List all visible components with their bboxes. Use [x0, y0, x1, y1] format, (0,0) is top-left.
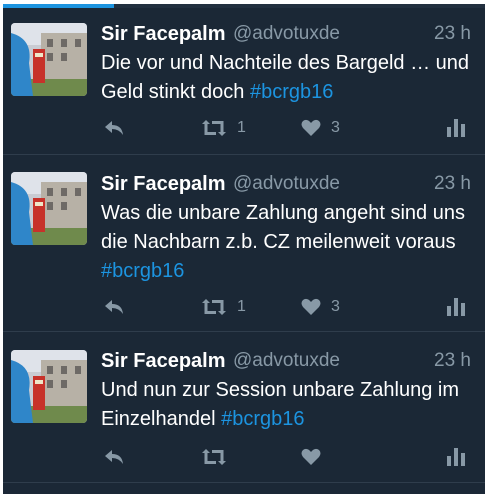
- analytics-icon: [447, 119, 465, 137]
- hashtag-link[interactable]: #bcrgb16: [221, 408, 304, 430]
- reply-button[interactable]: [103, 292, 125, 322]
- avatar-image: [11, 350, 87, 423]
- retweet-count: 1: [237, 298, 246, 315]
- analytics-icon: [447, 298, 465, 316]
- analytics-icon: [447, 448, 465, 466]
- retweet-icon: [202, 120, 226, 136]
- reply-icon: [105, 300, 123, 314]
- analytics-button[interactable]: [446, 442, 466, 472]
- author-handle[interactable]: @advotuxde: [233, 347, 340, 375]
- reply-button[interactable]: [103, 442, 125, 472]
- tweet-text: Und nun zur Session unbare Zahlung im Ei…: [101, 376, 473, 434]
- retweet-icon: [202, 299, 226, 315]
- timeline-screen: Sir Facepalm @advotuxde 23 h Die vor und…: [3, 4, 485, 494]
- like-button[interactable]: [301, 442, 331, 472]
- retweet-button[interactable]: 1: [201, 292, 246, 322]
- avatar[interactable]: [11, 23, 87, 96]
- reply-icon: [105, 450, 123, 464]
- analytics-button[interactable]: [446, 113, 466, 143]
- like-count: 3: [331, 119, 340, 136]
- heart-icon: [301, 448, 321, 465]
- reply-button[interactable]: [103, 113, 125, 143]
- retweet-button[interactable]: 1: [201, 113, 246, 143]
- avatar-image: [11, 23, 87, 96]
- heart-icon: [301, 298, 321, 315]
- like-count: 3: [331, 298, 340, 315]
- tweet[interactable]: Sir Facepalm @advotuxde 23 h Und nun zur…: [3, 332, 485, 483]
- tweet-text: Die vor und Nachteile des Bargeld … und …: [101, 49, 473, 107]
- heart-icon: [301, 119, 321, 136]
- tweet-text: Was die unbare Zahlung angeht sind uns d…: [101, 199, 473, 286]
- like-button[interactable]: 3: [301, 113, 340, 143]
- tweet[interactable]: Sir Facepalm @advotuxde 23 h Die vor und…: [3, 4, 485, 155]
- author-handle[interactable]: @advotuxde: [233, 170, 340, 198]
- hashtag-link[interactable]: #bcrgb16: [101, 260, 184, 282]
- retweet-button[interactable]: [201, 442, 237, 472]
- like-button[interactable]: 3: [301, 292, 340, 322]
- tweet-timestamp: 23 h: [434, 350, 471, 371]
- tweet-body: Was die unbare Zahlung angeht sind uns d…: [101, 202, 465, 253]
- tweet-timestamp: 23 h: [434, 173, 471, 194]
- hashtag-link[interactable]: #bcrgb16: [250, 81, 333, 103]
- tweet-timestamp: 23 h: [434, 23, 471, 44]
- reply-icon: [105, 121, 123, 135]
- author-handle[interactable]: @advotuxde: [233, 20, 340, 48]
- avatar[interactable]: [11, 172, 87, 245]
- avatar[interactable]: [11, 350, 87, 423]
- author-name[interactable]: Sir Facepalm: [101, 347, 226, 375]
- author-name[interactable]: Sir Facepalm: [101, 20, 226, 48]
- retweet-icon: [202, 449, 226, 465]
- analytics-button[interactable]: [446, 292, 466, 322]
- author-name[interactable]: Sir Facepalm: [101, 170, 226, 198]
- tweet[interactable]: Sir Facepalm @advotuxde 23 h Was die unb…: [3, 155, 485, 332]
- retweet-count: 1: [237, 119, 246, 136]
- avatar-image: [11, 172, 87, 245]
